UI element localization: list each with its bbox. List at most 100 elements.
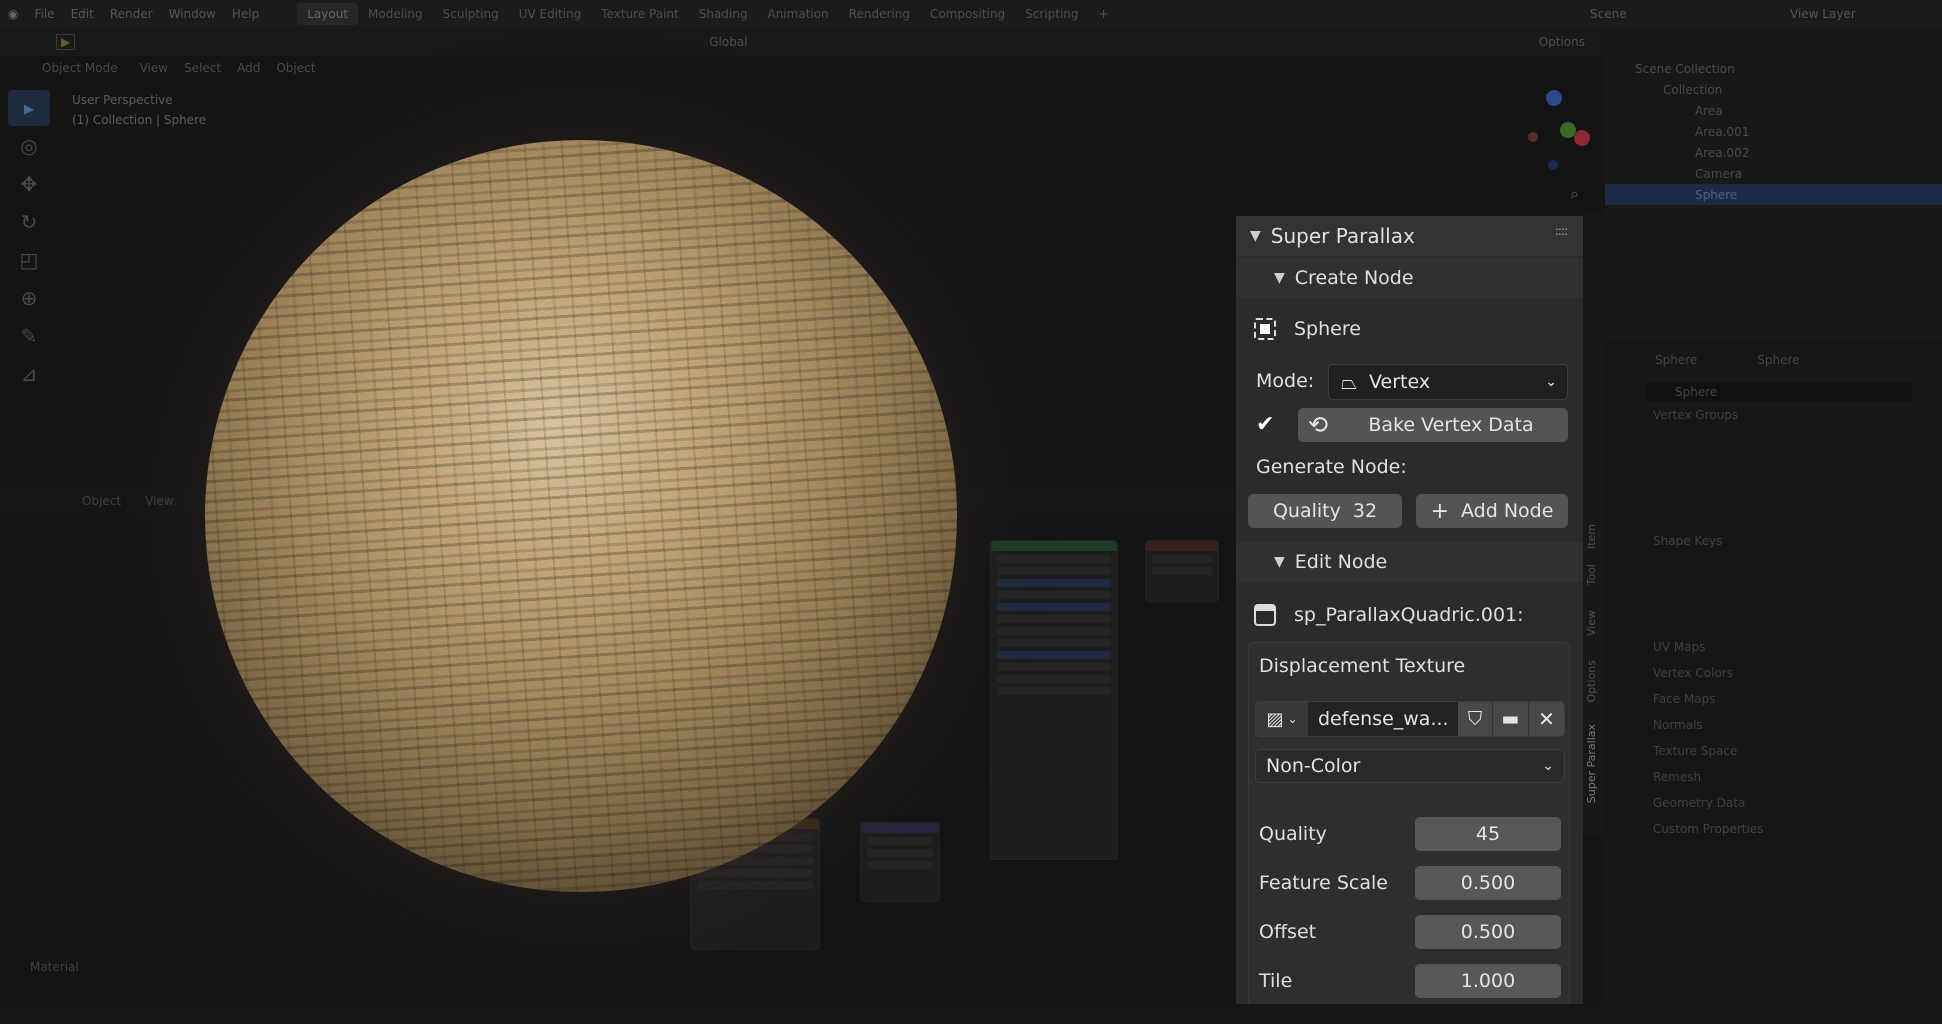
viewport-menu-view[interactable]: View — [132, 61, 176, 75]
section-vertex-colors[interactable]: Vertex Colors — [1605, 660, 1942, 686]
close-icon: ✕ — [1538, 707, 1555, 731]
section-geometry-data[interactable]: Geometry Data — [1605, 790, 1942, 816]
measure-tool-icon[interactable]: ⊿ — [8, 356, 50, 392]
gizmo-x-axis[interactable] — [1574, 130, 1590, 146]
outliner-item-area[interactable]: Area — [1605, 100, 1942, 121]
tab-tool[interactable]: Tool — [1585, 564, 1603, 585]
navigation-gizmo[interactable] — [1508, 88, 1598, 178]
menu-help[interactable]: Help — [224, 7, 267, 21]
section-custom-properties[interactable]: Custom Properties — [1605, 816, 1942, 842]
zoom-icon[interactable]: ⌕ — [1570, 184, 1579, 204]
tab-rendering[interactable]: Rendering — [839, 3, 920, 25]
fake-user-button[interactable]: ⛉ — [1458, 702, 1492, 736]
tab-scripting[interactable]: Scripting — [1015, 3, 1088, 25]
panel-header[interactable]: ▼ Super Parallax :::: — [1236, 216, 1583, 256]
tab-view[interactable]: View — [1585, 610, 1603, 636]
scene-name[interactable]: Scene — [1582, 7, 1782, 21]
section-uv-maps[interactable]: UV Maps — [1605, 634, 1942, 660]
mesh-data-field[interactable]: Sphere — [1645, 382, 1912, 402]
quality-field[interactable]: Quality 32 — [1248, 494, 1402, 528]
sphere-object-icon — [1254, 318, 1276, 340]
param-tile-label: Tile — [1259, 970, 1293, 992]
image-name[interactable]: defense_wa... — [1308, 708, 1458, 730]
section-texture-space[interactable]: Texture Space — [1605, 738, 1942, 764]
outliner-item-area-002[interactable]: Area.002 — [1605, 142, 1942, 163]
mode-select[interactable]: ⏢ Vertex ⌄ — [1328, 364, 1568, 400]
collection-label: (1) Collection | Sphere — [72, 113, 207, 127]
chevron-down-icon: ⌄ — [1542, 758, 1554, 774]
view-layer-name[interactable]: View Layer — [1782, 7, 1942, 21]
tab-modeling[interactable]: Modeling — [358, 3, 433, 25]
scale-tool-icon[interactable]: ◰ — [8, 242, 50, 278]
tab-compositing[interactable]: Compositing — [920, 3, 1015, 25]
tab-texture-paint[interactable]: Texture Paint — [591, 3, 688, 25]
cursor-tool-icon[interactable]: ◎ — [8, 128, 50, 164]
menu-file[interactable]: File — [26, 7, 62, 21]
image-selector[interactable]: ▨ ⌄ defense_wa... ⛉ ▬ ✕ — [1255, 701, 1565, 737]
properties-editor: Sphere Sphere Sphere Vertex Groups Shape… — [1605, 340, 1942, 1004]
object-name: Sphere — [1294, 318, 1361, 340]
param-quality-field[interactable]: 45 — [1415, 817, 1561, 851]
menu-edit[interactable]: Edit — [63, 7, 102, 21]
param-tile-field[interactable]: 1.000 — [1415, 964, 1561, 998]
param-feature-scale-field[interactable]: 0.500 — [1415, 866, 1561, 900]
transform-tool-icon[interactable]: ⊕ — [8, 280, 50, 316]
blender-icon[interactable]: ◉ — [0, 7, 26, 21]
chevron-down-icon: ⌄ — [1545, 374, 1557, 390]
gizmo-neg-z-axis[interactable] — [1548, 160, 1558, 170]
move-tool-icon[interactable]: ✥ — [8, 166, 50, 202]
rotate-tool-icon[interactable]: ↻ — [8, 204, 50, 240]
tab-animation[interactable]: Animation — [757, 3, 838, 25]
mapping-node[interactable] — [860, 822, 940, 902]
object-mode-select[interactable]: Object Mode — [28, 61, 132, 75]
tab-layout[interactable]: Layout — [297, 3, 359, 25]
outliner-collection[interactable]: Collection — [1605, 79, 1942, 100]
node-editor-mode[interactable]: Object — [70, 494, 133, 508]
outliner-item-sphere[interactable]: Sphere — [1605, 184, 1942, 205]
gizmo-neg-x-axis[interactable] — [1528, 132, 1538, 142]
check-icon[interactable]: ✔ — [1256, 412, 1274, 437]
node-icon — [1254, 604, 1276, 626]
outliner-scene-collection[interactable]: Scene Collection — [1605, 58, 1942, 79]
menu-window[interactable]: Window — [161, 7, 224, 21]
render-play-icon[interactable]: ▶ — [56, 34, 76, 50]
create-node-header[interactable]: ▼ Create Node — [1236, 258, 1583, 298]
section-shape-keys[interactable]: Shape Keys — [1605, 528, 1942, 554]
material-output-node[interactable] — [1145, 540, 1219, 602]
sidebar-tabs: Item Tool View Options Super Parallax — [1583, 214, 1605, 834]
node-editor-view[interactable]: View — [133, 494, 185, 508]
image-browse-button[interactable]: ▨ ⌄ — [1256, 702, 1308, 736]
tab-options[interactable]: Options — [1585, 660, 1603, 702]
viewport-menu-add[interactable]: Add — [229, 61, 268, 75]
edit-node-header[interactable]: ▼ Edit Node — [1236, 542, 1583, 582]
options-button[interactable]: Options — [1539, 35, 1605, 49]
section-remesh[interactable]: Remesh — [1605, 764, 1942, 790]
transform-orientation[interactable]: Global — [695, 35, 761, 49]
section-face-maps[interactable]: Face Maps — [1605, 686, 1942, 712]
add-node-button[interactable]: + Add Node — [1416, 494, 1568, 528]
bsdf-node[interactable] — [990, 540, 1118, 860]
top-menu-bar: ◉ File Edit Render Window Help Layout Mo… — [0, 0, 1942, 28]
grip-icon[interactable]: :::: — [1555, 224, 1568, 238]
unlink-image-button[interactable]: ✕ — [1528, 702, 1564, 736]
viewport-menu-select[interactable]: Select — [176, 61, 229, 75]
param-offset-field[interactable]: 0.500 — [1415, 915, 1561, 949]
outliner-item-camera[interactable]: Camera — [1605, 163, 1942, 184]
viewport-menu-object[interactable]: Object — [268, 61, 323, 75]
select-tool-icon[interactable]: ▸ — [8, 90, 50, 126]
bake-vertex-data-button[interactable]: ⟲ Bake Vertex Data — [1298, 408, 1568, 442]
section-normals[interactable]: Normals — [1605, 712, 1942, 738]
tab-shading[interactable]: Shading — [689, 3, 758, 25]
menu-render[interactable]: Render — [102, 7, 161, 21]
tab-uv-editing[interactable]: UV Editing — [509, 3, 592, 25]
tab-sculpting[interactable]: Sculpting — [433, 3, 509, 25]
open-image-button[interactable]: ▬ — [1492, 702, 1528, 736]
add-workspace-button[interactable]: + — [1089, 3, 1119, 25]
tab-item[interactable]: Item — [1585, 524, 1603, 549]
section-vertex-groups[interactable]: Vertex Groups — [1605, 402, 1942, 428]
gizmo-z-axis[interactable] — [1546, 90, 1562, 106]
tab-super-parallax[interactable]: Super Parallax — [1585, 724, 1603, 803]
annotate-tool-icon[interactable]: ✎ — [8, 318, 50, 354]
outliner-item-area-001[interactable]: Area.001 — [1605, 121, 1942, 142]
color-space-select[interactable]: Non-Color ⌄ — [1255, 749, 1565, 783]
